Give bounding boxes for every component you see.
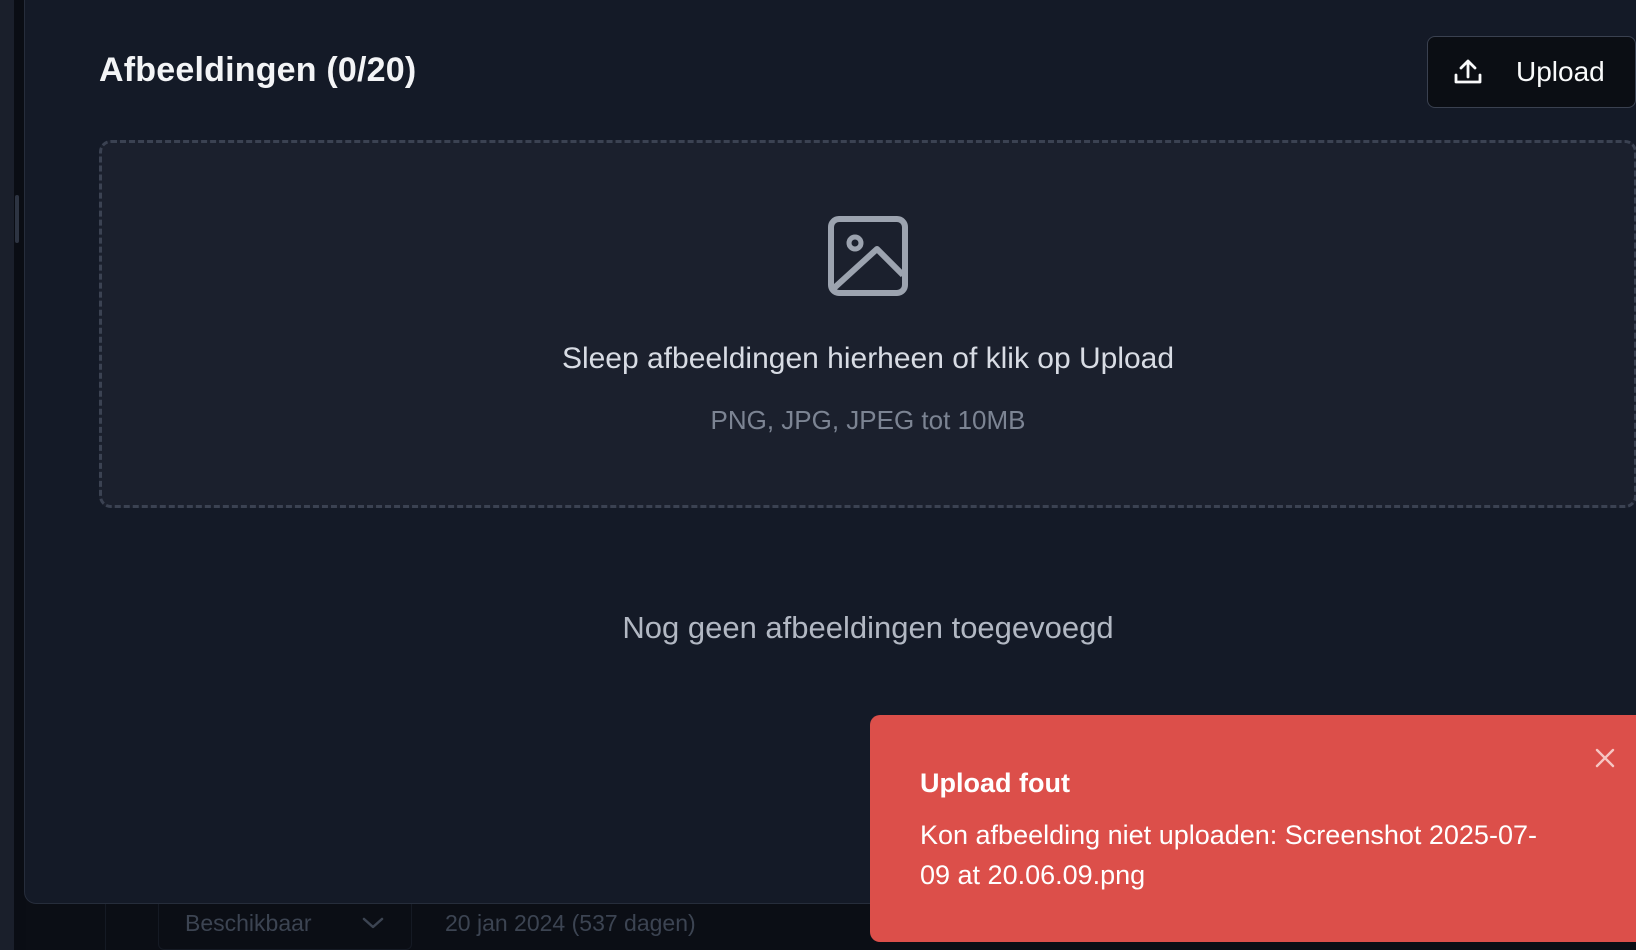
toast-close-button[interactable]	[1590, 743, 1620, 773]
status-select-value: Beschikbaar	[185, 909, 312, 936]
image-icon	[828, 216, 908, 296]
resize-handle[interactable]	[15, 195, 19, 243]
dropzone[interactable]	[99, 140, 1636, 508]
screen: Beschikbaar 20 jan 2024 (537 dagen) Afbe…	[0, 0, 1636, 950]
table-divider	[105, 900, 106, 950]
error-toast: Upload fout Kon afbeelding niet uploaden…	[870, 715, 1636, 942]
status-select[interactable]: Beschikbaar	[158, 896, 412, 950]
chevron-down-icon	[362, 917, 384, 929]
date-cell: 20 jan 2024 (537 dagen)	[445, 910, 696, 936]
dropzone-title: Sleep afbeeldingen hierheen of klik op U…	[561, 342, 1175, 375]
toast-title: Upload fout	[920, 768, 1070, 798]
dropzone-hint: PNG, JPG, JPEG tot 10MB	[710, 405, 1026, 435]
dialog-title: Afbeeldingen (0/20)	[99, 51, 417, 89]
upload-icon	[1454, 59, 1482, 84]
empty-state-message: Nog geen afbeeldingen toegevoegd	[622, 610, 1114, 645]
toast-message: Kon afbeelding niet uploaden: Screenshot…	[920, 820, 1537, 890]
close-icon	[1595, 748, 1615, 768]
upload-button[interactable]: Upload	[1427, 36, 1636, 108]
upload-button-label: Upload	[1516, 56, 1605, 87]
left-rail	[0, 0, 14, 950]
